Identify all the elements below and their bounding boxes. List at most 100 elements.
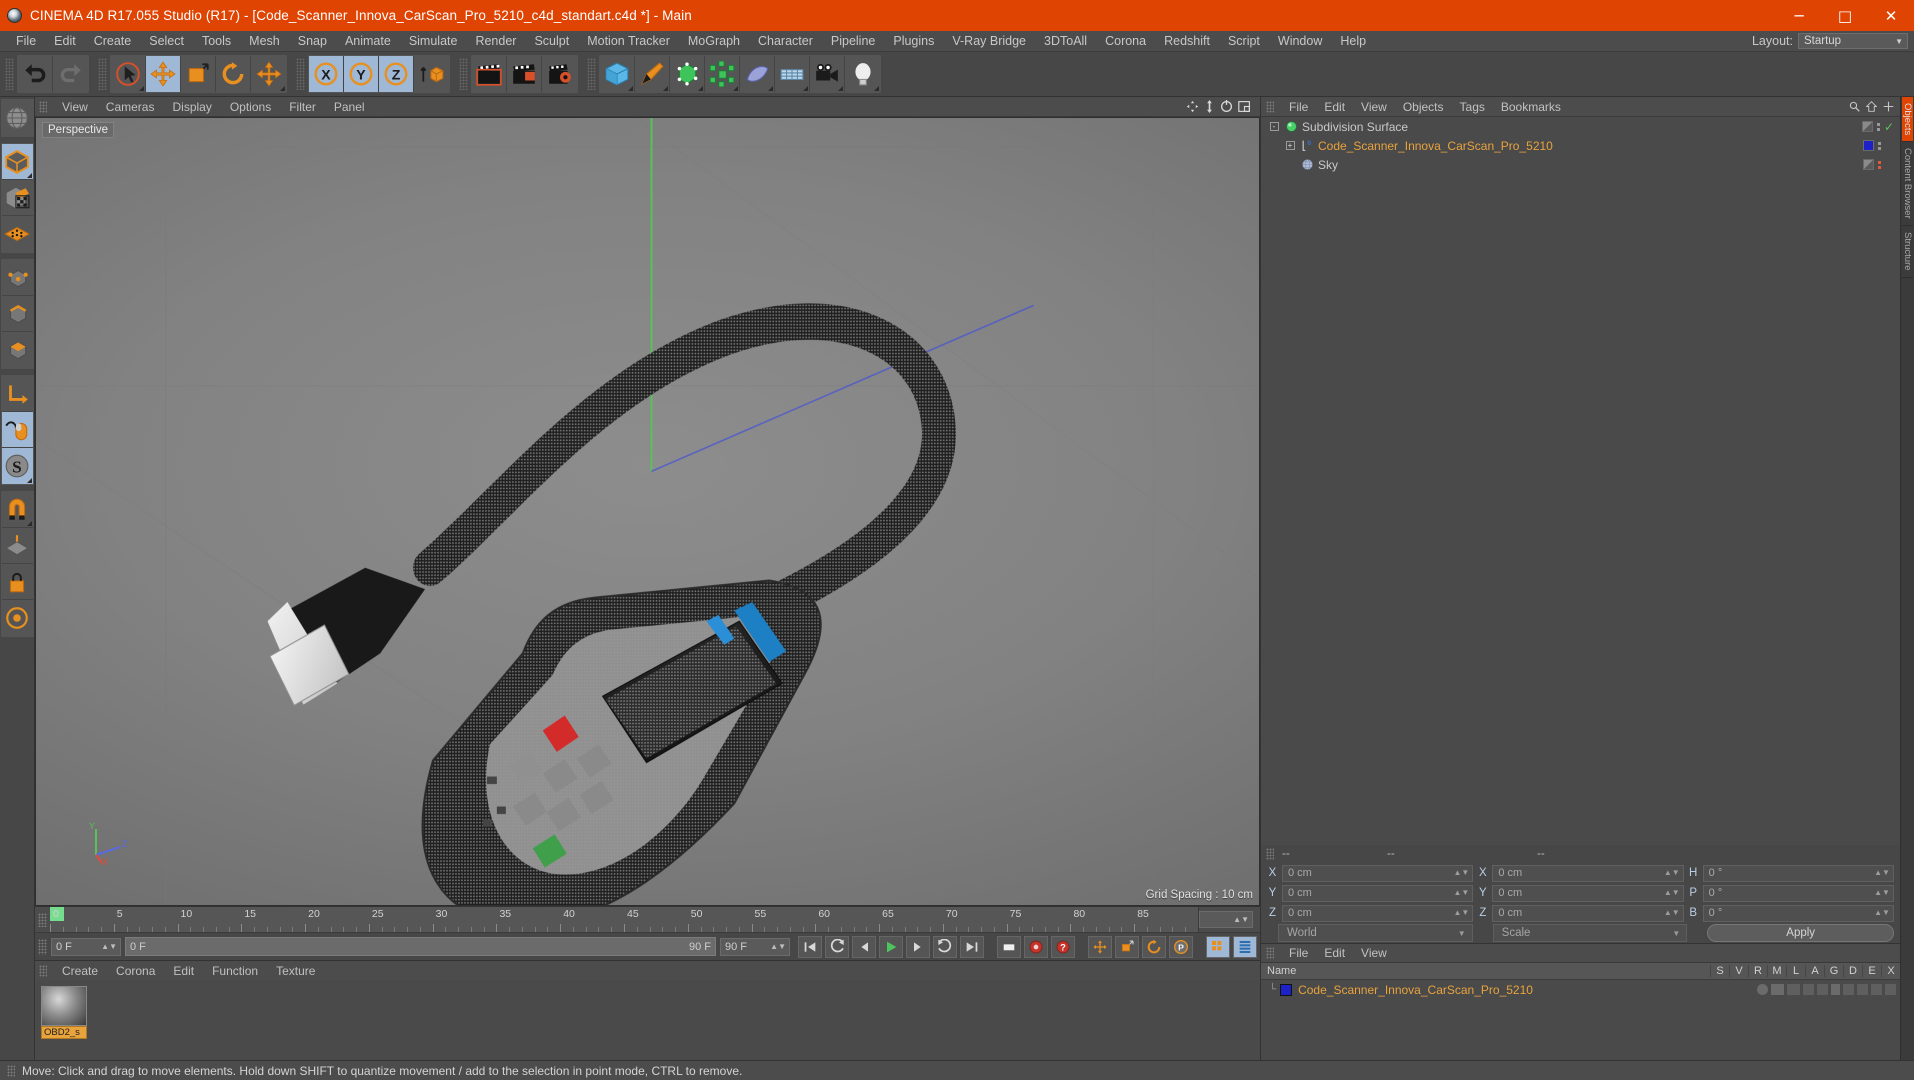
add-array-button[interactable] — [705, 56, 740, 92]
y-axis-lock-button[interactable]: Y — [344, 56, 379, 92]
undo-button[interactable] — [18, 56, 53, 92]
objmgr-menu-bookmarks[interactable]: Bookmarks — [1493, 100, 1569, 114]
stepper-icon[interactable]: ▲▼ — [1453, 889, 1469, 897]
enable-axis-button[interactable] — [1, 376, 33, 412]
matnodes-menu-file[interactable]: File — [1281, 946, 1316, 960]
menu-item-sculpt[interactable]: Sculpt — [525, 31, 578, 52]
objmgr-menu-tags[interactable]: Tags — [1452, 100, 1493, 114]
timeline-toggle-button[interactable] — [1233, 935, 1257, 958]
render-settings-button[interactable] — [542, 56, 577, 92]
layout-selector[interactable]: Layout: Startup ▼ — [1752, 33, 1914, 49]
coord-value-field[interactable]: 0 cm ▲▼ — [1492, 884, 1684, 902]
menu-item-help[interactable]: Help — [1331, 31, 1375, 52]
visibility-dots-icon[interactable] — [1878, 141, 1881, 150]
object-tags[interactable] — [1863, 159, 1900, 170]
step-forward-button[interactable] — [933, 935, 957, 958]
stepper-icon[interactable]: ▲▼ — [1233, 915, 1249, 924]
stepper-icon[interactable]: ▲▼ — [1664, 889, 1680, 897]
coord-value-field[interactable]: 0 cm ▲▼ — [1282, 864, 1474, 882]
menu-item-file[interactable]: File — [7, 31, 45, 52]
matnodes-column-header[interactable]: D — [1843, 965, 1862, 977]
objmgr-menu-objects[interactable]: Objects — [1395, 100, 1452, 114]
right-tab-content-browser[interactable]: Content Browser — [1902, 142, 1913, 226]
toolbar-grip-icon[interactable] — [459, 58, 468, 90]
add-floor-button[interactable] — [775, 56, 810, 92]
material-menu-edit[interactable]: Edit — [164, 964, 203, 978]
zoom-view-icon[interactable] — [1204, 100, 1215, 113]
perspective-viewport[interactable]: Perspective Y Z X Grid Spacing: 10 cm — [35, 117, 1260, 906]
menu-item-motion-tracker[interactable]: Motion Tracker — [578, 31, 679, 52]
prev-frame-button[interactable] — [852, 935, 876, 958]
add-camera-button[interactable] — [810, 56, 845, 92]
menu-item-pipeline[interactable]: Pipeline — [822, 31, 884, 52]
render-icon[interactable] — [1787, 984, 1800, 995]
expression-icon[interactable] — [1871, 984, 1882, 995]
pla-key-button[interactable] — [1206, 935, 1230, 958]
object-tags[interactable] — [1863, 140, 1900, 151]
menu-item-edit[interactable]: Edit — [45, 31, 85, 52]
animate-icon[interactable] — [1831, 984, 1840, 995]
menu-item-window[interactable]: Window — [1269, 31, 1331, 52]
snap-button[interactable] — [1, 492, 33, 528]
viewport-menu-options[interactable]: Options — [221, 100, 280, 114]
timeline-frame-field[interactable]: ▲▼ — [1198, 907, 1260, 932]
material-color-swatch[interactable] — [1280, 983, 1293, 996]
polygons-mode-button[interactable] — [1, 332, 33, 368]
close-button[interactable]: ✕ — [1868, 0, 1914, 31]
soft-selection-button[interactable]: S — [1, 448, 33, 484]
rotate-view-icon[interactable] — [1220, 100, 1233, 113]
move-tool-button[interactable] — [146, 56, 181, 92]
coordinate-system-dropdown[interactable]: World ▼ — [1278, 924, 1473, 942]
matnodes-column-header[interactable]: M — [1767, 965, 1786, 977]
toolbar-grip-icon[interactable] — [296, 58, 305, 90]
coord-value-field[interactable]: 0 cm ▲▼ — [1492, 864, 1684, 882]
object-tags[interactable]: ✓ — [1861, 120, 1900, 134]
next-frame-button[interactable] — [906, 935, 930, 958]
object-tag-icon[interactable] — [1863, 159, 1874, 170]
stepper-icon[interactable]: ▲▼ — [1664, 909, 1680, 917]
matnodes-column-header[interactable]: L — [1786, 965, 1805, 977]
render-view-button[interactable] — [472, 56, 507, 92]
material-menu-create[interactable]: Create — [53, 964, 107, 978]
matnodes-tag-icons[interactable] — [1757, 984, 1896, 995]
z-axis-lock-button[interactable]: Z — [379, 56, 414, 92]
matnodes-column-header[interactable]: A — [1805, 965, 1824, 977]
menu-item-plugins[interactable]: Plugins — [884, 31, 943, 52]
rotate-tool-button[interactable] — [216, 56, 251, 92]
menu-item-snap[interactable]: Snap — [289, 31, 336, 52]
add-nurbs-button[interactable] — [670, 56, 705, 92]
stepper-icon[interactable]: ▲▼ — [1664, 869, 1680, 877]
texture-axis-button[interactable] — [1, 216, 33, 252]
viewport-menu-view[interactable]: View — [53, 100, 97, 114]
material-list[interactable]: OBD2_s — [35, 980, 1260, 1060]
menu-item-select[interactable]: Select — [140, 31, 193, 52]
object-manager-list[interactable]: - Subdivision Surface ✓ +0 Code_Scanner_Inno… — [1261, 117, 1900, 845]
matnodes-column-header[interactable]: X — [1881, 965, 1900, 977]
stepper-icon[interactable]: ▲▼ — [1874, 869, 1890, 877]
generator-icon[interactable] — [1843, 984, 1854, 995]
matnodes-menu-view[interactable]: View — [1353, 946, 1395, 960]
menu-item-create[interactable]: Create — [85, 31, 141, 52]
menu-item-character[interactable]: Character — [749, 31, 822, 52]
move-view-icon[interactable] — [1186, 100, 1199, 113]
matnodes-column-header[interactable]: S — [1710, 965, 1729, 977]
workplane-button[interactable] — [1, 528, 33, 564]
select-tool-button[interactable] — [111, 56, 146, 92]
objmgr-menu-edit[interactable]: Edit — [1316, 100, 1353, 114]
start-frame-field[interactable]: 0 F ▲▼ — [51, 937, 121, 956]
coord-value-field[interactable]: 0 cm ▲▼ — [1282, 884, 1474, 902]
menu-item-mesh[interactable]: Mesh — [240, 31, 289, 52]
points-mode-button[interactable] — [1, 260, 33, 296]
object-tag-icon[interactable] — [1861, 121, 1873, 132]
transport-grip-icon[interactable] — [38, 938, 47, 955]
object-row[interactable]: Sky — [1261, 155, 1900, 174]
object-mode-button[interactable] — [1, 144, 33, 180]
deformer-icon[interactable] — [1857, 984, 1868, 995]
matnodes-column-header[interactable]: V — [1729, 965, 1748, 977]
timeline-ruler[interactable]: 051015202530354045505560657075808590 — [50, 907, 1198, 932]
expander-toggle[interactable]: - — [1269, 122, 1279, 131]
viewport-menu-panel[interactable]: Panel — [325, 100, 374, 114]
menu-item-3dtoall[interactable]: 3DToAll — [1035, 31, 1096, 52]
stepper-icon[interactable]: ▲▼ — [1453, 909, 1469, 917]
solo-icon[interactable] — [1757, 984, 1768, 995]
